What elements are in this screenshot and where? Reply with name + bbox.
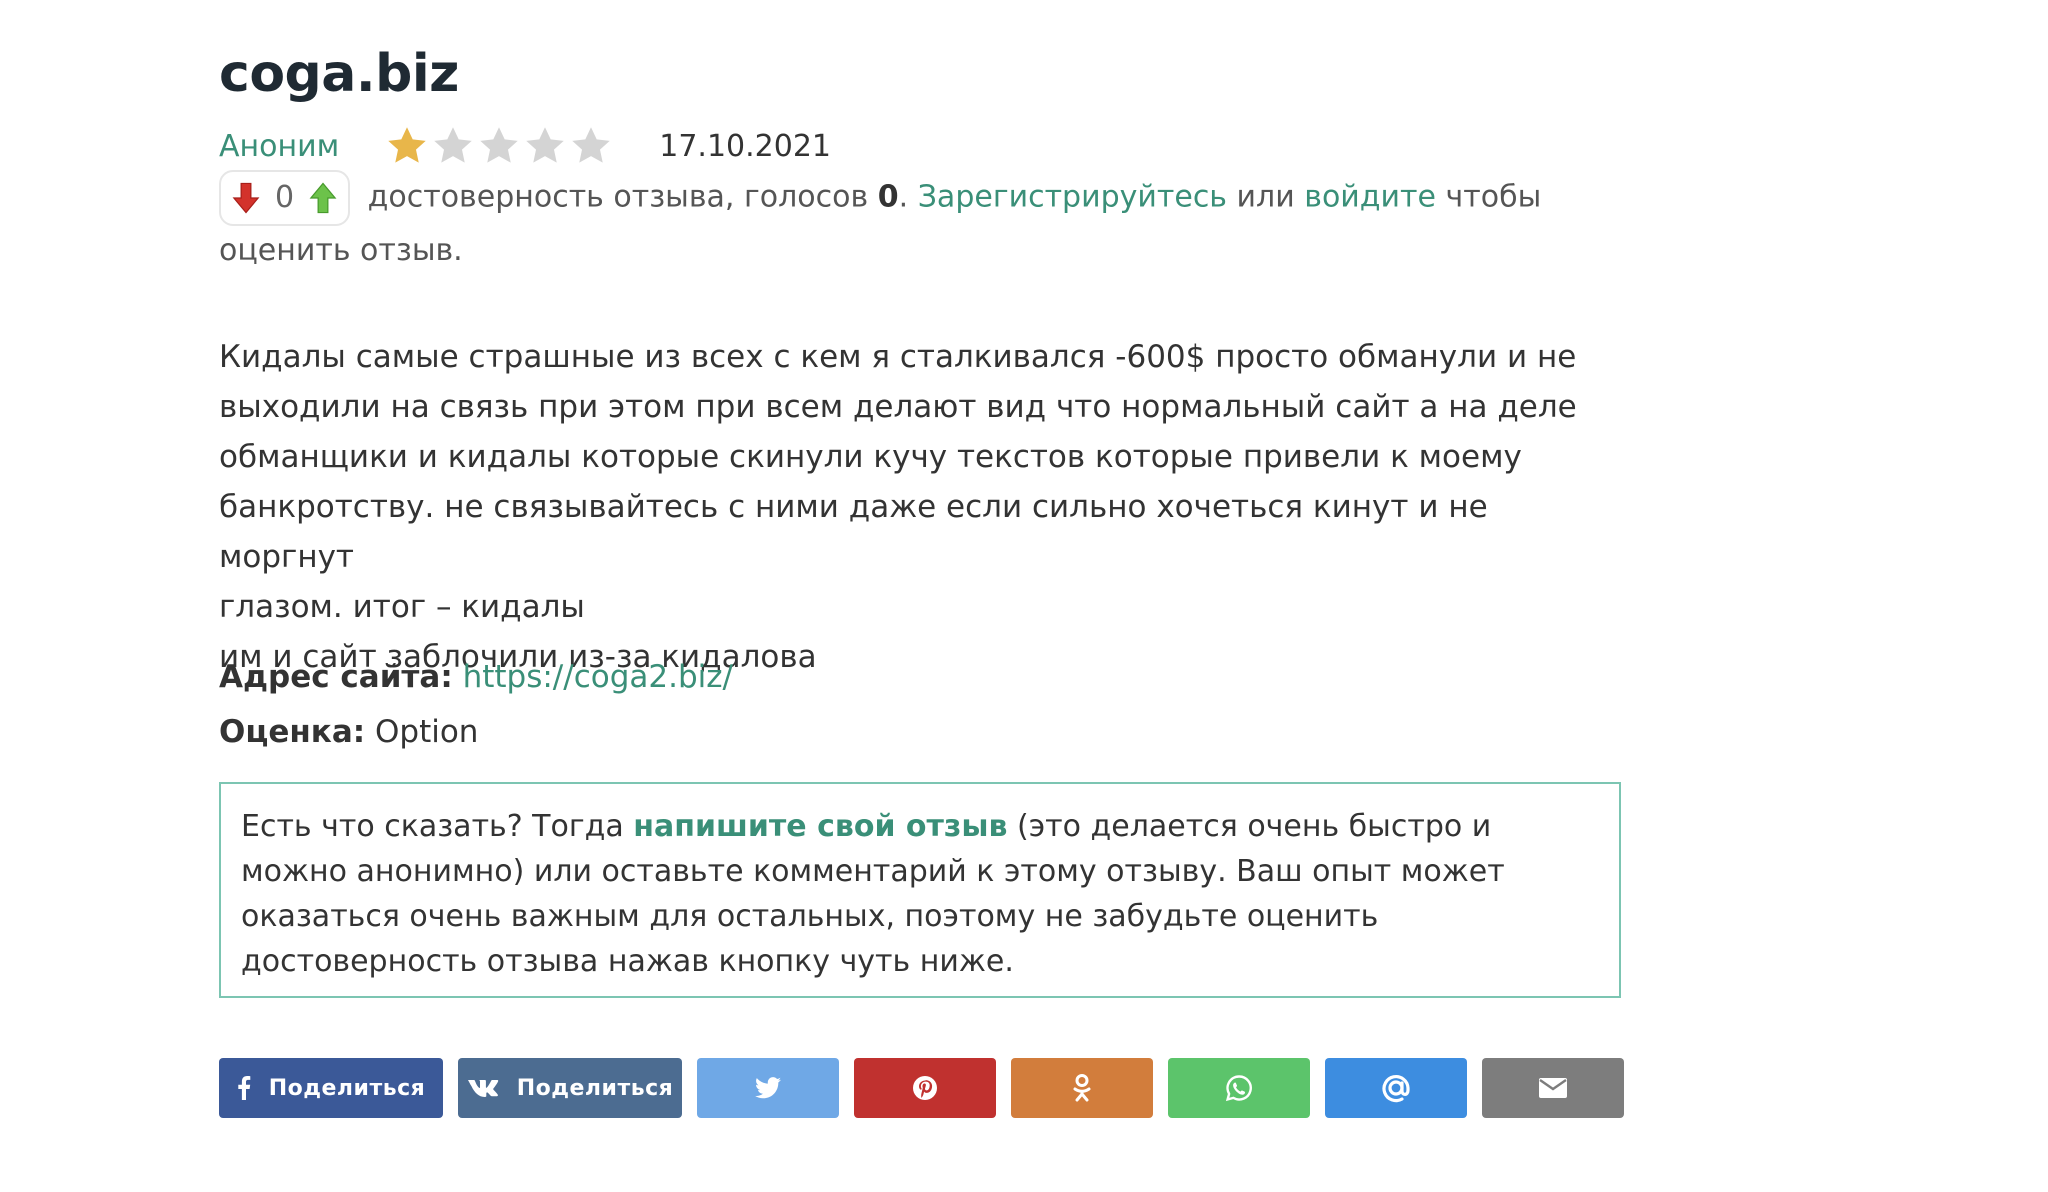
vote-widget: 0 bbox=[219, 170, 351, 226]
site-address-field: Адрес сайта: https://coga2.biz/ bbox=[219, 655, 733, 699]
notice-text-before: Есть что сказать? Тогда bbox=[241, 809, 624, 844]
score-label: Оценка: bbox=[219, 714, 366, 750]
pinterest-icon bbox=[912, 1075, 938, 1101]
whatsapp-icon bbox=[1225, 1074, 1253, 1102]
score-field: Оценка: Option bbox=[219, 710, 478, 754]
write-review-link[interactable]: напишите свой отзыв bbox=[633, 809, 1007, 844]
email-share-button[interactable] bbox=[1482, 1058, 1624, 1118]
site-url-link[interactable]: https://coga2.biz/ bbox=[463, 659, 733, 695]
credibility-row: 0 достоверность отзыва, голосов 0. Зарег… bbox=[219, 170, 1619, 276]
page-title: coga.biz bbox=[219, 44, 459, 104]
period: . bbox=[898, 179, 909, 215]
facebook-share-label: Поделиться bbox=[268, 1075, 426, 1101]
review-line: Кидалы самые страшные из всех с кем я ст… bbox=[219, 339, 1577, 375]
review-line: глазом. итог – кидалы bbox=[219, 589, 585, 625]
whatsapp-share-button[interactable] bbox=[1168, 1058, 1310, 1118]
vk-share-label: Поделиться bbox=[516, 1075, 674, 1101]
share-buttons: Поделиться Поделиться bbox=[219, 1058, 1624, 1118]
write-review-notice: Есть что сказать? Тогда напишите свой от… bbox=[219, 782, 1621, 998]
email-icon bbox=[1539, 1078, 1567, 1098]
review-date: 17.10.2021 bbox=[659, 128, 832, 164]
star-icon bbox=[572, 127, 610, 163]
star-icon bbox=[526, 127, 564, 163]
vk-icon bbox=[467, 1078, 499, 1098]
odnoklassniki-icon bbox=[1072, 1073, 1092, 1103]
star-icon bbox=[434, 127, 472, 163]
star-icon bbox=[388, 127, 426, 163]
credibility-text: достоверность отзыва, голосов bbox=[367, 179, 869, 215]
or-text: или bbox=[1236, 179, 1295, 215]
star-icon bbox=[480, 127, 518, 163]
facebook-share-button[interactable]: Поделиться bbox=[219, 1058, 443, 1118]
login-link[interactable]: войдите bbox=[1304, 180, 1436, 215]
review-line: выходили на связь при этом при всем дела… bbox=[219, 389, 1577, 425]
mailru-share-button[interactable] bbox=[1325, 1058, 1467, 1118]
votes-count-value: 0 bbox=[877, 179, 899, 215]
vote-down-arrow-icon[interactable] bbox=[231, 181, 261, 215]
odnoklassniki-share-button[interactable] bbox=[1011, 1058, 1153, 1118]
vk-share-button[interactable]: Поделиться bbox=[458, 1058, 682, 1118]
mailru-icon bbox=[1380, 1072, 1412, 1104]
review-line: обманщики и кидалы которые скинули кучу … bbox=[219, 439, 1522, 475]
review-meta: Аноним 17.10.2021 bbox=[219, 124, 831, 168]
rating-stars bbox=[385, 124, 613, 168]
pinterest-share-button[interactable] bbox=[854, 1058, 996, 1118]
review-line: банкротству. не связывайтесь с ними даже… bbox=[219, 489, 1488, 575]
twitter-share-button[interactable] bbox=[697, 1058, 839, 1118]
facebook-icon bbox=[237, 1076, 251, 1100]
twitter-icon bbox=[755, 1077, 781, 1099]
review-text: Кидалы самые страшные из всех с кем я ст… bbox=[219, 332, 1619, 682]
vote-count: 0 bbox=[275, 180, 295, 215]
register-link[interactable]: Зарегистрируйтесь bbox=[918, 180, 1227, 215]
author-link[interactable]: Аноним bbox=[219, 129, 339, 164]
score-value: Option bbox=[375, 714, 479, 750]
site-address-label: Адрес сайта: bbox=[219, 659, 453, 695]
vote-up-arrow-icon[interactable] bbox=[308, 181, 338, 215]
